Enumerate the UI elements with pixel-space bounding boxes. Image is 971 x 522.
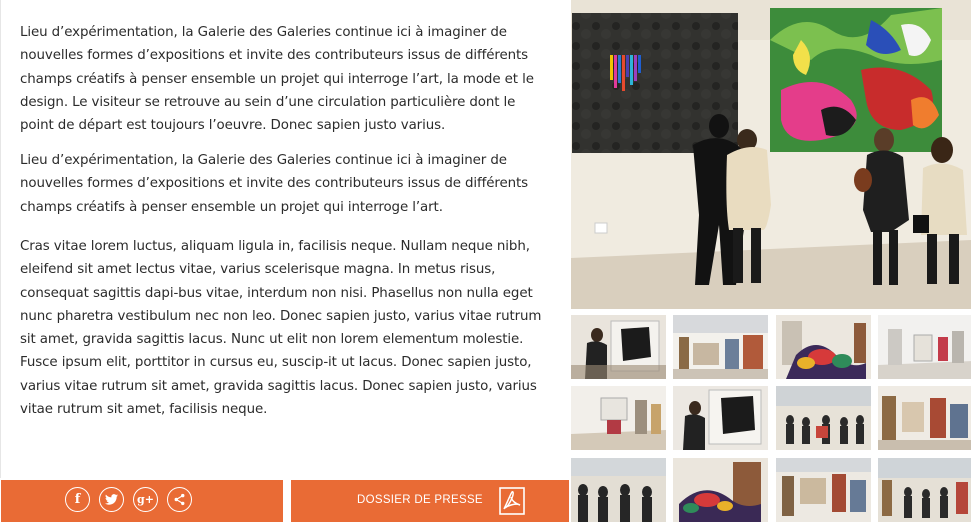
gallery-thumbnail-8[interactable] (878, 386, 971, 450)
thumbnail-artist-painting (571, 315, 666, 379)
gallery-thumbnail-7[interactable] (776, 386, 871, 450)
thumbnail-studio-workspace (776, 458, 871, 522)
gallery-thumbnail-1[interactable] (571, 315, 666, 379)
pdf-icon (499, 487, 525, 515)
gallery-thumbnail-11[interactable] (776, 458, 871, 522)
twitter-icon[interactable] (99, 487, 124, 512)
article-paragraph-2: Lieu d’expérimentation, la Galerie des G… (20, 153, 529, 215)
thumbnail-colorful-installation (673, 458, 768, 522)
thumbnail-crowd-under-skylight (878, 458, 971, 522)
gallery-thumbnail-6[interactable] (673, 386, 768, 450)
hero-gallery-photo[interactable] (571, 0, 971, 309)
thumbnail-white-gallery-room (878, 315, 971, 379)
share-nodes-glyph (174, 493, 185, 506)
article-text-panel: Lieu d’expérimentation, la Galerie des G… (0, 0, 571, 478)
facebook-glyph: f (74, 492, 81, 507)
press-kit-button[interactable]: DOSSIER DE PRESSE (291, 480, 569, 522)
facebook-icon[interactable]: f (65, 487, 90, 512)
thumbnail-crowd-under-skylight (776, 386, 871, 450)
article-paragraph-1: Lieu d’expérimentation, la Galerie des G… (20, 25, 534, 134)
social-icons-group: f g+ (65, 487, 192, 512)
gallery-thumbnail-10[interactable] (673, 458, 768, 522)
share-icon[interactable] (167, 487, 192, 512)
social-share-bar: f g+ (1, 480, 283, 522)
thumbnail-studio-workspace (878, 386, 971, 450)
thumbnail-crowd-under-skylight (571, 458, 666, 522)
twitter-bird-glyph (105, 494, 118, 505)
gallery-thumbnail-3[interactable] (776, 315, 871, 379)
article-paragraph-3: Cras vitae lorem luctus, aliquam ligula … (20, 239, 542, 418)
thumbnail-studio-workspace (673, 315, 768, 379)
gallery-thumbnail-4[interactable] (878, 315, 971, 379)
gallery-thumbnail-5[interactable] (571, 386, 666, 450)
press-kit-label: DOSSIER DE PRESSE (357, 494, 483, 506)
gallery-thumbnail-9[interactable] (571, 458, 666, 522)
google-plus-glyph: g+ (137, 493, 154, 506)
gallery-thumbnail-2[interactable] (673, 315, 768, 379)
gallery-thumbnail-12[interactable] (878, 458, 971, 522)
gallery-visitors-illustration (571, 0, 971, 309)
google-plus-icon[interactable]: g+ (133, 487, 158, 512)
thumbnail-colorful-installation (776, 315, 871, 379)
thumbnail-white-gallery-room (571, 386, 666, 450)
thumbnail-artist-painting (673, 386, 768, 450)
